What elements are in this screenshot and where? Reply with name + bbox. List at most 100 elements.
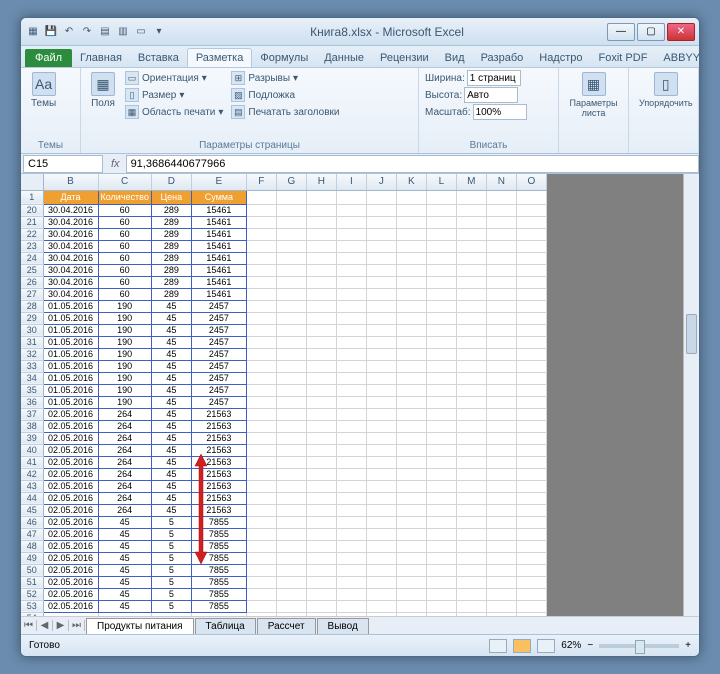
tab-Вставка[interactable]: Вставка xyxy=(130,49,187,67)
data-cell[interactable]: 45 xyxy=(98,600,151,612)
data-cell[interactable]: 45 xyxy=(98,528,151,540)
data-cell[interactable]: 02.05.2016 xyxy=(43,564,98,576)
row-header[interactable]: 36 xyxy=(21,396,43,408)
data-cell[interactable]: 45 xyxy=(151,456,191,468)
tab-Рецензии[interactable]: Рецензии xyxy=(372,49,437,67)
data-cell[interactable]: 45 xyxy=(151,408,191,420)
empty-cell[interactable] xyxy=(151,612,191,616)
data-cell[interactable]: 02.05.2016 xyxy=(43,456,98,468)
row-header[interactable]: 42 xyxy=(21,468,43,480)
data-cell[interactable]: 60 xyxy=(98,264,151,276)
width-input[interactable] xyxy=(467,70,521,86)
maximize-button[interactable]: ▢ xyxy=(637,23,665,41)
empty-cell[interactable] xyxy=(98,612,151,616)
data-cell[interactable]: 21563 xyxy=(191,432,246,444)
row-header[interactable]: 21 xyxy=(21,216,43,228)
data-cell[interactable]: 30.04.2016 xyxy=(43,216,98,228)
row-header[interactable]: 44 xyxy=(21,492,43,504)
data-cell[interactable]: 45 xyxy=(151,312,191,324)
data-cell[interactable]: 30.04.2016 xyxy=(43,264,98,276)
data-cell[interactable]: 2457 xyxy=(191,324,246,336)
data-cell[interactable]: 60 xyxy=(98,240,151,252)
data-cell[interactable]: 60 xyxy=(98,276,151,288)
data-cell[interactable]: 5 xyxy=(151,552,191,564)
sheet-options-button[interactable]: ▦Параметры листа xyxy=(565,70,622,120)
row-header[interactable]: 33 xyxy=(21,360,43,372)
data-cell[interactable]: 15461 xyxy=(191,288,246,300)
row-header[interactable]: 26 xyxy=(21,276,43,288)
data-cell[interactable]: 02.05.2016 xyxy=(43,588,98,600)
column-header[interactable]: H xyxy=(306,174,336,190)
data-cell[interactable]: 7855 xyxy=(191,564,246,576)
data-cell[interactable]: 15461 xyxy=(191,204,246,216)
data-cell[interactable]: 289 xyxy=(151,288,191,300)
data-cell[interactable]: 264 xyxy=(98,480,151,492)
themes-button[interactable]: Aa Темы xyxy=(27,70,60,111)
view-layout-button[interactable] xyxy=(513,639,531,653)
data-cell[interactable]: 45 xyxy=(151,396,191,408)
data-cell[interactable]: 02.05.2016 xyxy=(43,504,98,516)
data-cell[interactable]: 45 xyxy=(98,588,151,600)
undo-icon[interactable]: ↶ xyxy=(61,24,77,40)
row-header[interactable]: 41 xyxy=(21,456,43,468)
data-cell[interactable]: 21563 xyxy=(191,456,246,468)
data-cell[interactable]: 45 xyxy=(151,300,191,312)
data-cell[interactable]: 7855 xyxy=(191,540,246,552)
data-cell[interactable]: 45 xyxy=(151,324,191,336)
row-header[interactable]: 34 xyxy=(21,372,43,384)
data-cell[interactable]: 7855 xyxy=(191,528,246,540)
data-cell[interactable]: 2457 xyxy=(191,384,246,396)
empty-cell[interactable] xyxy=(366,612,396,616)
data-cell[interactable]: 7855 xyxy=(191,588,246,600)
data-cell[interactable]: 21563 xyxy=(191,468,246,480)
orientation-button[interactable]: ▭Ориентация▾ xyxy=(123,70,225,86)
column-header[interactable]: B xyxy=(43,174,98,190)
arrange-button[interactable]: ▯Упорядочить xyxy=(635,70,697,110)
data-cell[interactable]: 7855 xyxy=(191,600,246,612)
view-break-button[interactable] xyxy=(537,639,555,653)
data-cell[interactable]: 30.04.2016 xyxy=(43,276,98,288)
empty-cell[interactable] xyxy=(396,612,426,616)
name-box[interactable]: C15 xyxy=(23,155,103,173)
data-cell[interactable]: 45 xyxy=(151,444,191,456)
tab-Разрабо[interactable]: Разрабо xyxy=(473,49,532,67)
column-header[interactable]: M xyxy=(456,174,486,190)
data-cell[interactable]: 190 xyxy=(98,348,151,360)
data-cell[interactable]: 45 xyxy=(98,540,151,552)
data-cell[interactable]: 15461 xyxy=(191,228,246,240)
row-header[interactable]: 46 xyxy=(21,516,43,528)
data-cell[interactable]: 190 xyxy=(98,300,151,312)
data-cell[interactable]: 2457 xyxy=(191,360,246,372)
data-cell[interactable]: 289 xyxy=(151,264,191,276)
data-cell[interactable]: 190 xyxy=(98,312,151,324)
data-cell[interactable]: 190 xyxy=(98,336,151,348)
row-header[interactable]: 53 xyxy=(21,600,43,612)
zoom-in-button[interactable]: + xyxy=(685,640,691,651)
tab-nav-first[interactable]: ⏮ xyxy=(21,620,37,631)
row-header[interactable]: 22 xyxy=(21,228,43,240)
background-button[interactable]: ▨Подложка xyxy=(229,87,341,103)
data-cell[interactable]: 02.05.2016 xyxy=(43,408,98,420)
data-cell[interactable]: 289 xyxy=(151,228,191,240)
row-header[interactable]: 25 xyxy=(21,264,43,276)
data-cell[interactable]: 5 xyxy=(151,540,191,552)
qat-icon[interactable]: ▭ xyxy=(133,24,149,40)
data-cell[interactable]: 01.05.2016 xyxy=(43,372,98,384)
save-icon[interactable]: 💾 xyxy=(43,24,59,40)
column-header[interactable]: G xyxy=(276,174,306,190)
data-cell[interactable]: 02.05.2016 xyxy=(43,420,98,432)
data-cell[interactable]: 01.05.2016 xyxy=(43,336,98,348)
data-cell[interactable]: 45 xyxy=(98,516,151,528)
row-header[interactable]: 27 xyxy=(21,288,43,300)
data-cell[interactable]: 264 xyxy=(98,444,151,456)
data-cell[interactable]: 2457 xyxy=(191,300,246,312)
data-cell[interactable]: 5 xyxy=(151,516,191,528)
data-cell[interactable]: 289 xyxy=(151,216,191,228)
data-cell[interactable]: 21563 xyxy=(191,480,246,492)
scroll-thumb[interactable] xyxy=(686,314,697,354)
column-header[interactable]: O xyxy=(516,174,546,190)
data-cell[interactable]: 45 xyxy=(98,552,151,564)
data-cell[interactable]: 190 xyxy=(98,384,151,396)
data-cell[interactable]: 45 xyxy=(98,564,151,576)
data-cell[interactable]: 289 xyxy=(151,252,191,264)
